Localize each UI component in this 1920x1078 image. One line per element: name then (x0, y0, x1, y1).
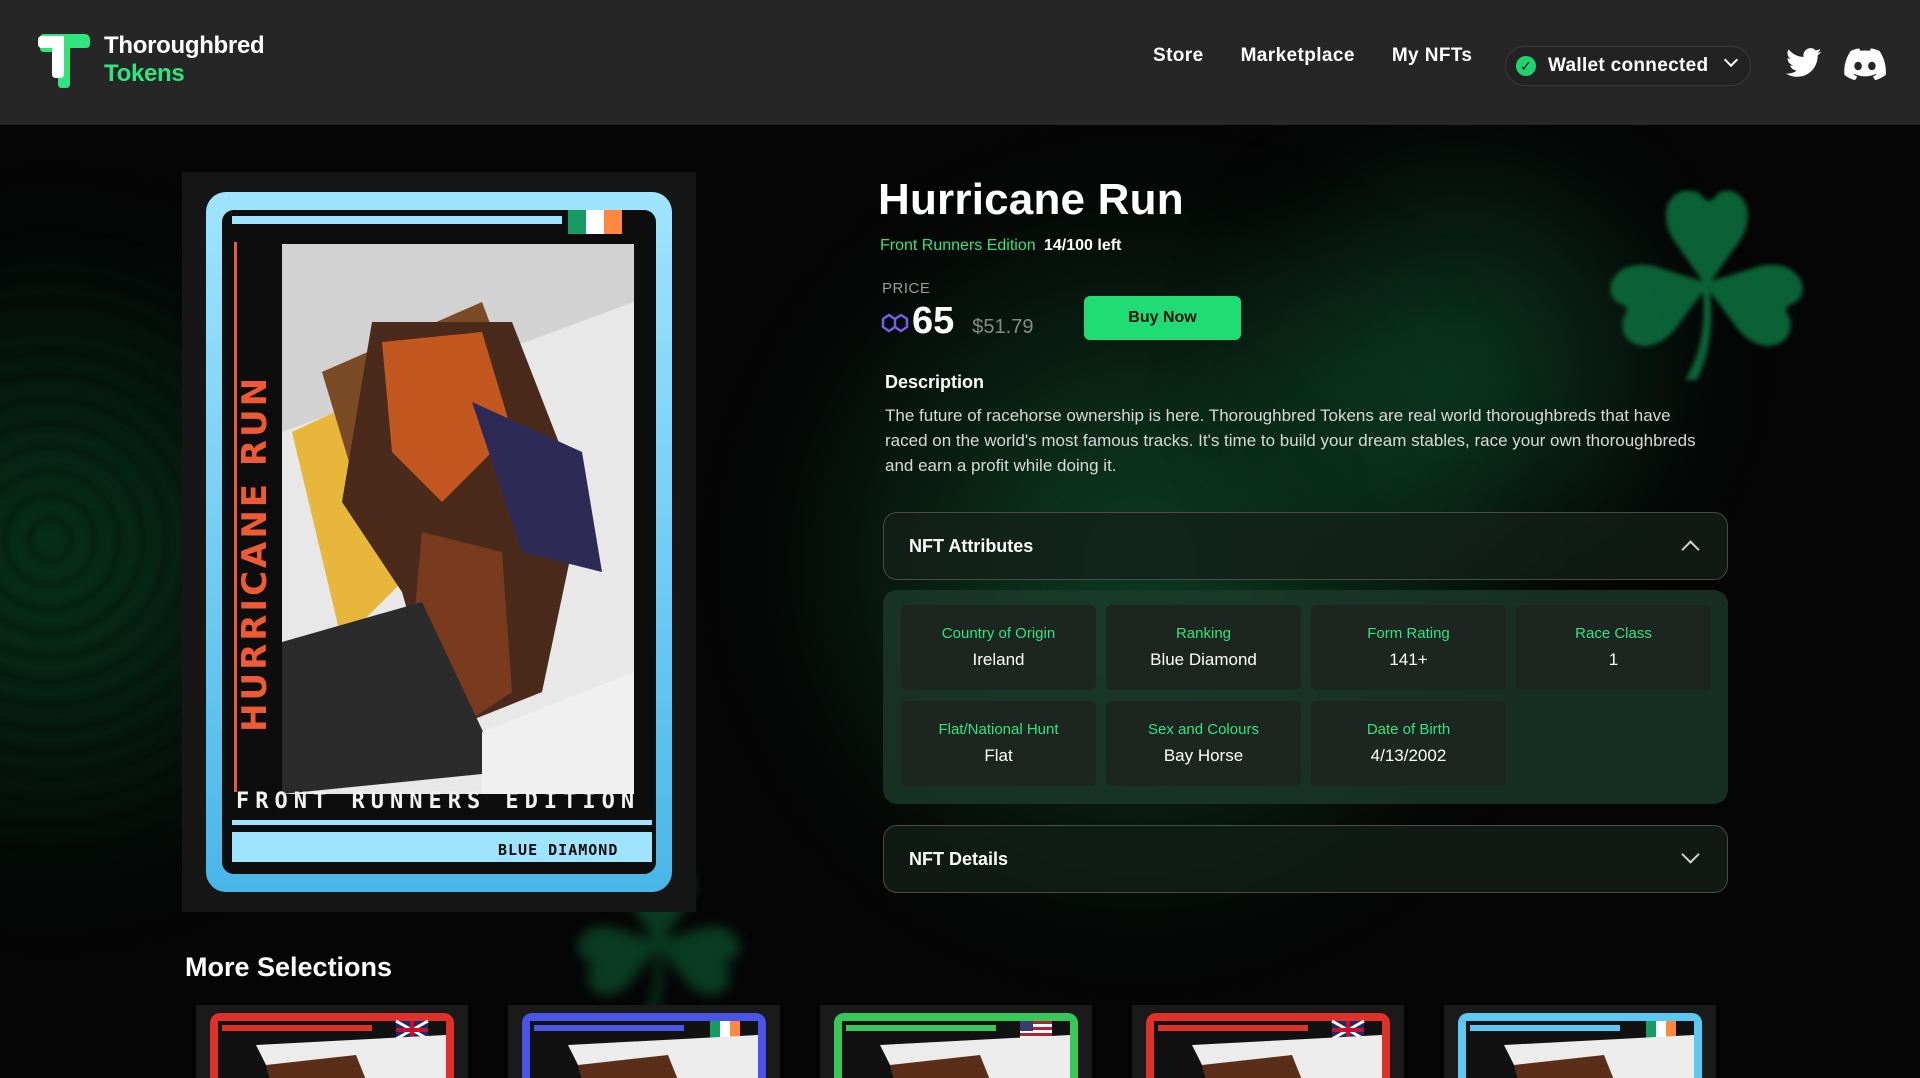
attribute-card: Date of Birth 4/13/2002 (1311, 701, 1506, 786)
attribute-value: 1 (1608, 650, 1619, 669)
description-text: The future of racehorse ownership is her… (885, 406, 1696, 475)
attribute-value: 4/13/2002 (1370, 746, 1447, 765)
remaining-count: 14/100 left (1044, 237, 1122, 254)
card-rank-text: BLUE DIAMOND (498, 841, 618, 859)
nav-marketplace[interactable]: Marketplace (1241, 45, 1355, 67)
price-value: 65 (912, 300, 955, 342)
attribute-value: Flat (984, 746, 1013, 765)
attribute-card: Ranking Blue Diamond (1106, 605, 1301, 690)
nft-attributes-accordion[interactable]: NFT Attributes (883, 512, 1728, 580)
polygon-token-icon (881, 313, 909, 333)
selection-card[interactable] (820, 1005, 1092, 1078)
price-row: 65 $51.79 (880, 300, 1033, 343)
attribute-card: Sex and Colours Bay Horse (1106, 701, 1301, 786)
buy-now-button[interactable]: Buy Now (1084, 296, 1241, 340)
attribute-key: Country of Origin (941, 625, 1056, 642)
attribute-card: Country of Origin Ireland (901, 605, 1096, 690)
nft-card-image: HURRICANE RUN FRONT RUNNERS EDITION BLUE… (182, 172, 696, 912)
wallet-status-label: Wallet connected (1548, 55, 1709, 76)
nft-title: Hurricane Run (878, 175, 1184, 224)
attribute-key: Race Class (1575, 625, 1652, 642)
description-heading: Description (885, 372, 985, 392)
selection-card[interactable] (196, 1005, 468, 1078)
attribute-key: Ranking (1175, 625, 1232, 642)
more-selections-heading: More Selections (185, 952, 393, 982)
chevron-up-icon (1681, 540, 1700, 559)
brand-line-2: Tokens (104, 60, 185, 87)
brand-line-1: Thoroughbred (104, 32, 265, 59)
nav-my-nfts[interactable]: My NFTs (1392, 45, 1473, 67)
selection-card[interactable] (1444, 1005, 1716, 1078)
selection-card[interactable] (1132, 1005, 1404, 1078)
twitter-icon[interactable] (1786, 48, 1822, 78)
check-circle-icon: ✓ (1516, 56, 1536, 76)
brand-logo[interactable]: Thoroughbred Tokens (34, 30, 265, 90)
logo-mark-icon (38, 34, 90, 88)
attribute-key: Sex and Colours (1148, 721, 1259, 738)
price-label: PRICE (882, 280, 931, 297)
attribute-key: Flat/National Hunt (938, 721, 1059, 738)
card-edition-text: FRONT RUNNERS EDITION (236, 789, 640, 814)
nft-details-accordion[interactable]: NFT Details (883, 825, 1728, 893)
main-nav: Store Marketplace My NFTs (1153, 45, 1472, 67)
attribute-card: Form Rating 141+ (1311, 605, 1506, 690)
top-header: Thoroughbred Tokens Store Marketplace My… (0, 0, 1920, 125)
attribute-card: Flat/National Hunt Flat (901, 701, 1096, 786)
selection-card[interactable] (508, 1005, 780, 1078)
discord-icon[interactable] (1844, 48, 1886, 80)
nft-detail-page: HURRICANE RUN FRONT RUNNERS EDITION BLUE… (0, 0, 1920, 1078)
wallet-dropdown[interactable]: ✓ Wallet connected (1505, 46, 1751, 86)
chevron-down-icon (1723, 52, 1739, 68)
attribute-value: Bay Horse (1163, 746, 1244, 765)
edition-link[interactable]: Front Runners Edition (880, 237, 1036, 255)
attribute-value: Blue Diamond (1150, 650, 1257, 669)
chevron-down-icon (1681, 845, 1700, 864)
attribute-key: Date of Birth (1366, 721, 1451, 738)
attributes-panel: Country of Origin Ireland Ranking Blue D… (883, 590, 1728, 804)
accordion-label: NFT Details (909, 848, 1009, 869)
price-usd: $51.79 (972, 316, 1034, 338)
attribute-key: Form Rating (1367, 625, 1450, 642)
nav-store[interactable]: Store (1153, 45, 1204, 67)
attribute-value: Ireland (972, 650, 1025, 669)
attribute-card: Race Class 1 (1516, 605, 1711, 690)
attribute-value: 141+ (1389, 650, 1428, 669)
card-vertical-name: HURRICANE RUN (235, 375, 275, 732)
accordion-label: NFT Attributes (909, 535, 1034, 556)
